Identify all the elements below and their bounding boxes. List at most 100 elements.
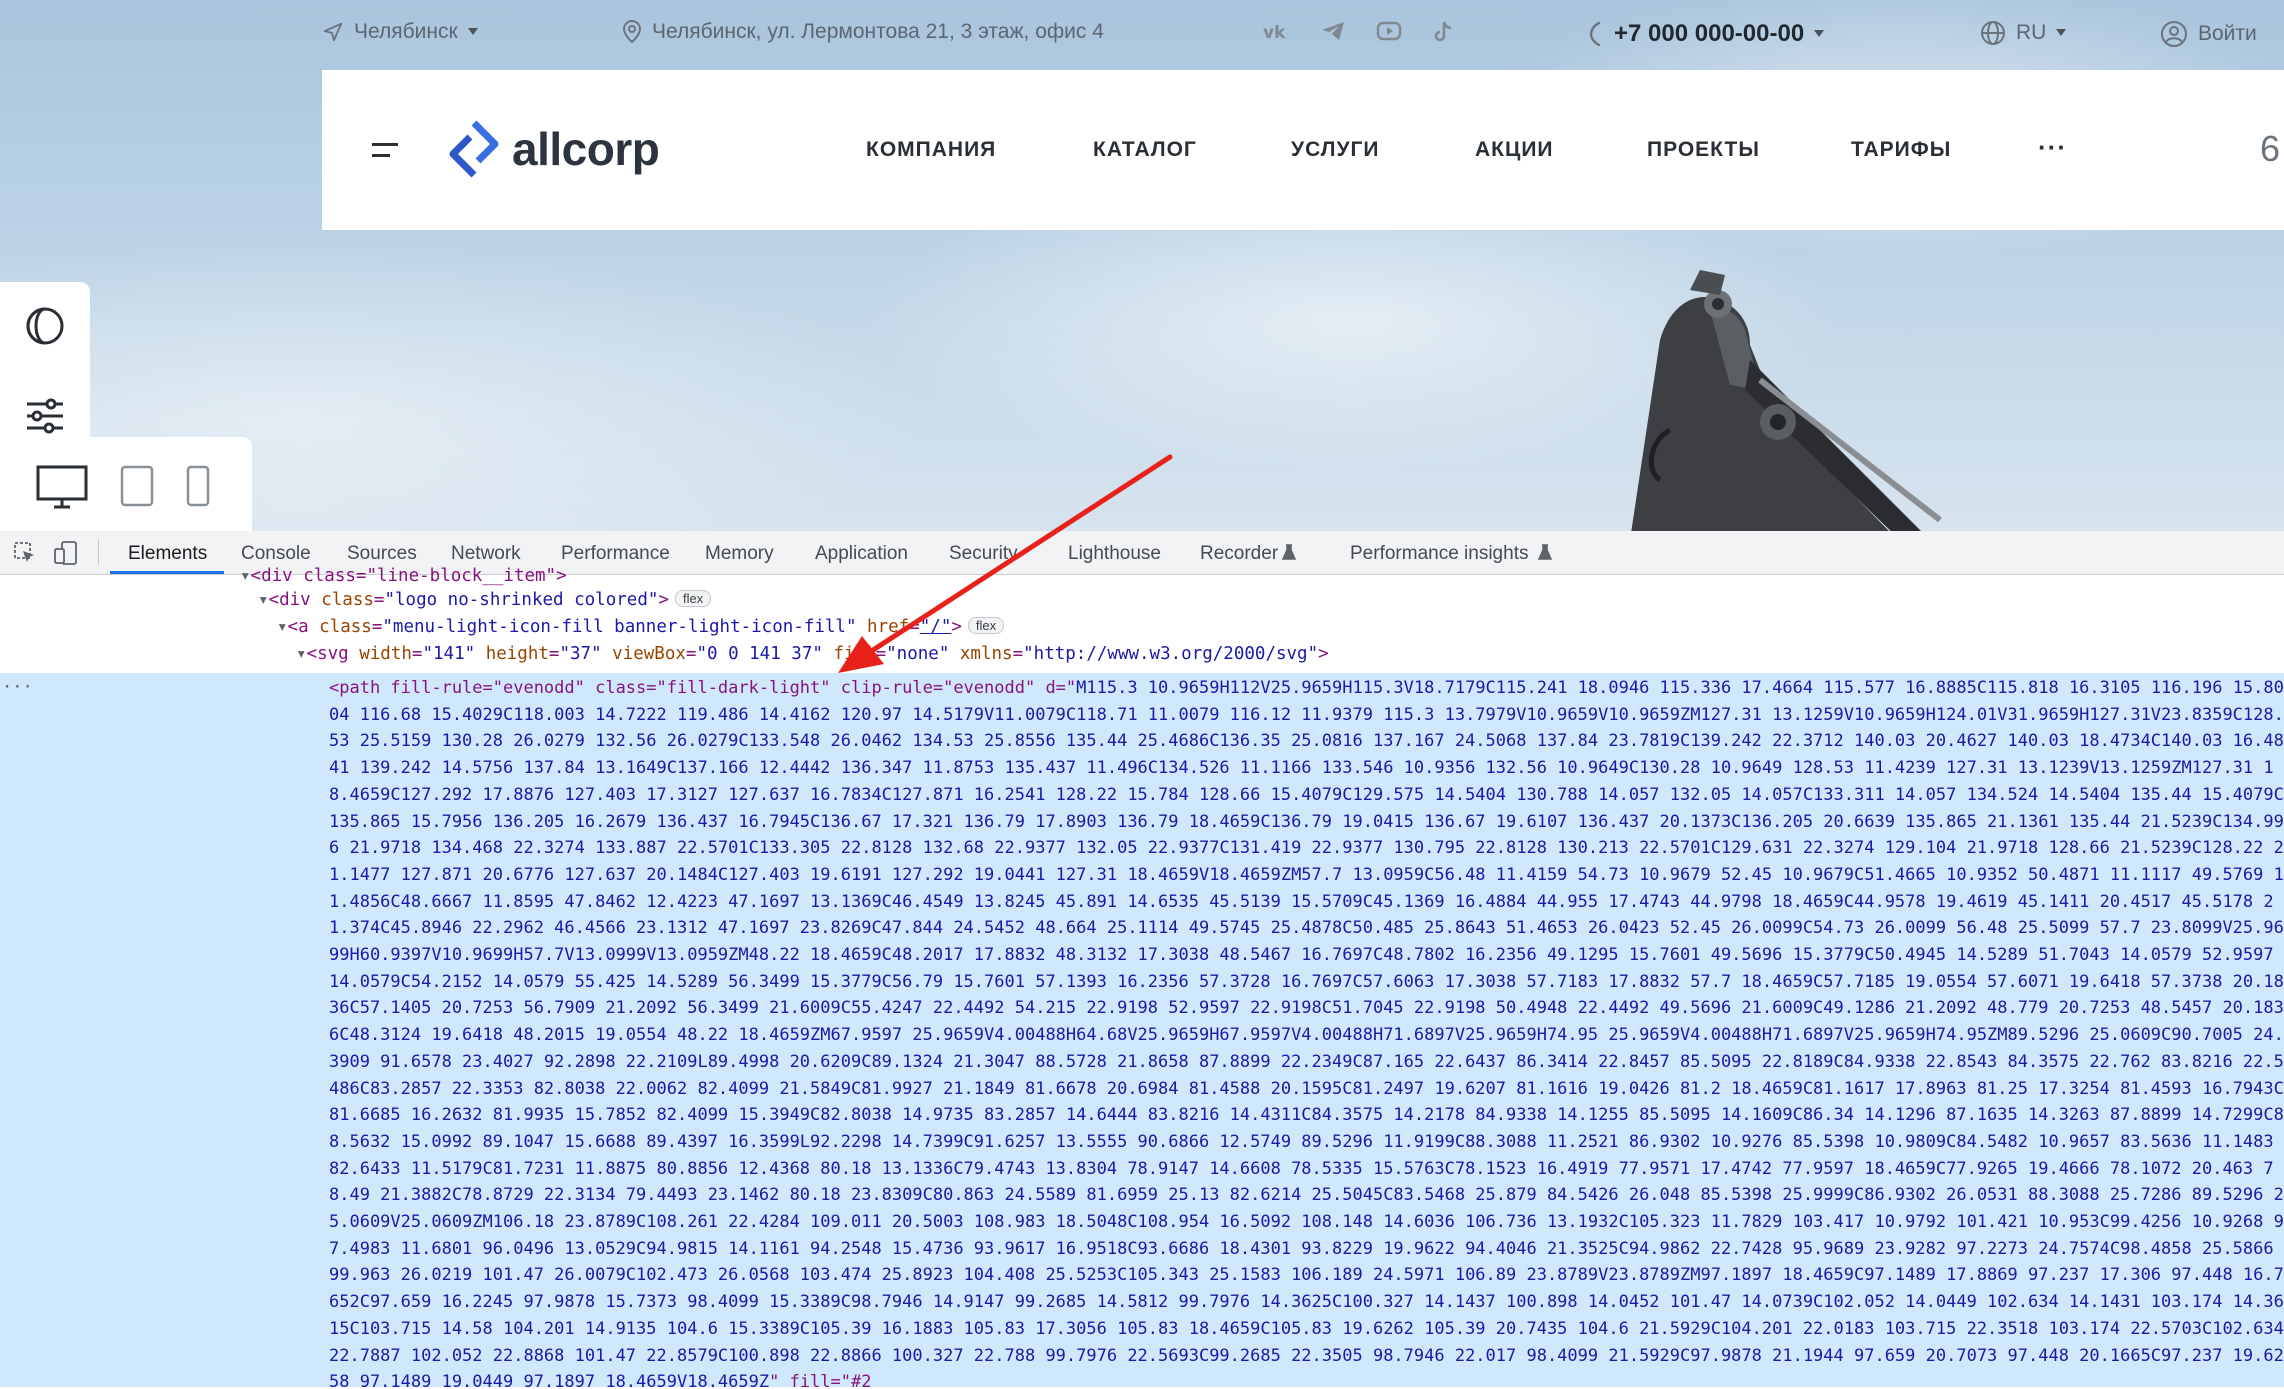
menu-more-button[interactable]: ··· — [2038, 132, 2067, 163]
phone-number[interactable]: +7 000 000-00-00 — [1614, 20, 1804, 48]
login-label[interactable]: Войти — [2198, 22, 2257, 46]
dom-tag: <a — [287, 617, 320, 637]
menu-item-company[interactable]: КОМПАНИЯ — [866, 138, 996, 162]
header-cut-icon[interactable]: 6 — [2260, 128, 2281, 170]
phone-block[interactable]: +7 000 000-00-00 — [1588, 20, 1825, 48]
dom-attr: fill — [822, 644, 876, 664]
svg-text:vk: vk — [1263, 23, 1286, 42]
tab-performance-insights[interactable]: Performance insights — [1350, 543, 1528, 565]
caret-down-icon — [467, 28, 478, 35]
tree-toggle-icon: ▾ — [258, 590, 269, 610]
map-pin-icon — [622, 20, 642, 44]
top-bar: Челябинск Челябинск, ул. Лермонтова 21, … — [0, 0, 2284, 68]
address-text: Челябинск, ул. Лермонтова 21, 3 этаж, оф… — [652, 20, 1104, 43]
dom-attr: class — [321, 590, 374, 610]
tablet-view-icon[interactable] — [120, 465, 154, 507]
globe-icon — [1981, 21, 2005, 45]
desktop-view-icon[interactable] — [36, 465, 88, 509]
experimental-flask-icon — [1538, 544, 1552, 560]
dom-attr-value: "logo no-shrinked colored" — [384, 590, 659, 610]
tree-toggle-icon: ▾ — [277, 617, 288, 637]
device-toolbar-icon[interactable] — [54, 541, 78, 565]
dom-tag-close: > — [1318, 644, 1329, 664]
dom-attr-value: "37" — [559, 644, 602, 664]
tab-network[interactable]: Network — [451, 543, 521, 565]
burger-menu-icon[interactable] — [372, 140, 398, 160]
theme-toggle-icon[interactable] — [25, 306, 65, 346]
tree-toggle-icon: ▾ — [240, 566, 251, 586]
dom-attr-value: "http://www.w3.org/2000/svg" — [1023, 644, 1319, 664]
path-prefix: <path fill-rule="evenodd" class="fill-da… — [329, 678, 1077, 698]
dom-attr-value: "0 0 141 37" — [696, 644, 823, 664]
tab-application[interactable]: Application — [815, 543, 908, 565]
tree-toggle-icon: ▾ — [296, 644, 307, 664]
dom-attr: href — [856, 617, 910, 637]
dom-line-logo-link[interactable]: ▾<a class="menu-light-icon-fill banner-l… — [277, 617, 1005, 637]
caret-down-icon — [2056, 29, 2067, 36]
excavator-image — [1631, 270, 1942, 531]
caret-down-icon — [1814, 30, 1825, 37]
menu-item-catalog[interactable]: КАТАЛОГ — [1093, 138, 1197, 162]
dom-attr: height — [475, 644, 549, 664]
device-preview-panel — [0, 437, 252, 531]
telegram-icon[interactable] — [1320, 20, 1346, 42]
youtube-icon[interactable] — [1376, 20, 1402, 42]
inspect-element-icon[interactable] — [14, 542, 36, 564]
main-header: allcorp КОМПАНИЯ КАТАЛОГ УСЛУГИ АКЦИИ ПР… — [322, 70, 2284, 230]
tab-lighthouse[interactable]: Lighthouse — [1068, 543, 1161, 565]
path-d-value: M115.3 10.9659H112V25.9659H115.3V18.7179… — [329, 678, 2284, 1389]
social-links: vk — [1262, 20, 1454, 44]
city-label: Челябинск — [354, 20, 458, 43]
allcorp-logo-icon — [449, 120, 499, 178]
dom-tag-close: > — [658, 590, 669, 610]
dom-line-logo-div[interactable]: ▾<div class="logo no-shrinked colored"> f… — [258, 590, 712, 610]
menu-item-tariffs[interactable]: ТАРИФЫ — [1851, 138, 1951, 162]
flex-badge[interactable]: flex — [967, 617, 1005, 634]
tab-security[interactable]: Security — [949, 543, 1018, 565]
experimental-flask-icon — [1282, 544, 1296, 560]
language-label: RU — [2016, 21, 2047, 44]
menu-item-services[interactable]: УСЛУГИ — [1291, 138, 1380, 162]
vk-icon[interactable]: vk — [1262, 20, 1290, 42]
tab-recorder[interactable]: Recorder — [1200, 543, 1278, 565]
menu-item-promotions[interactable]: АКЦИИ — [1475, 138, 1554, 162]
dom-attr-value: "menu-light-icon-fill banner-light-icon-… — [382, 617, 857, 637]
tab-sources[interactable]: Sources — [347, 543, 417, 565]
side-tools-panel — [0, 282, 90, 442]
address-block: Челябинск, ул. Лермонтова 21, 3 этаж, оф… — [622, 20, 1104, 44]
path-suffix: " fill="#2 — [769, 1372, 872, 1389]
tab-console[interactable]: Console — [241, 543, 311, 565]
elements-dom-tree: ▾<div class="line-block__item"> ▾<div cl… — [0, 566, 2284, 1389]
dom-attr: width — [359, 644, 412, 664]
website-viewport: Челябинск Челябинск, ул. Лермонтова 21, … — [0, 0, 2284, 531]
user-icon — [2161, 21, 2187, 47]
flex-badge[interactable]: flex — [674, 590, 712, 607]
phone-icon — [1589, 21, 1601, 47]
selected-path-node[interactable]: <path fill-rule="evenodd" class="fill-da… — [329, 675, 2284, 1389]
dom-line-logo-svg[interactable]: ▾<svg width="141" height="37" viewBox="0… — [296, 644, 1329, 664]
dom-tag: <div — [268, 590, 322, 610]
language-selector[interactable]: RU — [1980, 20, 2067, 46]
menu-item-projects[interactable]: ПРОЕКТЫ — [1647, 138, 1760, 162]
dom-tag-close: > — [951, 617, 962, 637]
settings-sliders-icon[interactable] — [25, 396, 65, 436]
city-selector[interactable]: Челябинск — [322, 20, 478, 44]
dom-attr-link[interactable]: "/" — [920, 617, 952, 637]
dom-attr-value: "141" — [422, 644, 476, 664]
tab-performance[interactable]: Performance — [561, 543, 670, 565]
dom-attr: viewBox — [601, 644, 686, 664]
devtools-panel: Elements Console Sources Network Perform… — [0, 531, 2284, 1389]
site-logo[interactable]: allcorp — [448, 120, 660, 178]
tab-elements[interactable]: Elements — [128, 543, 207, 565]
dom-line-text: <div class="line-block__item"> — [250, 566, 567, 586]
login-link[interactable]: Войти — [2160, 20, 2257, 48]
tab-memory[interactable]: Memory — [705, 543, 774, 565]
node-options-dots[interactable]: ··· — [2, 677, 33, 697]
tiktok-icon[interactable] — [1432, 20, 1454, 44]
dom-attr-value: "none" — [886, 644, 950, 664]
mobile-view-icon[interactable] — [186, 465, 210, 507]
tabbar-divider — [98, 539, 99, 565]
location-arrow-icon — [323, 22, 343, 42]
logo-text: allcorp — [512, 123, 660, 175]
dom-line-partial[interactable]: ▾<div class="line-block__item"> — [240, 566, 567, 586]
